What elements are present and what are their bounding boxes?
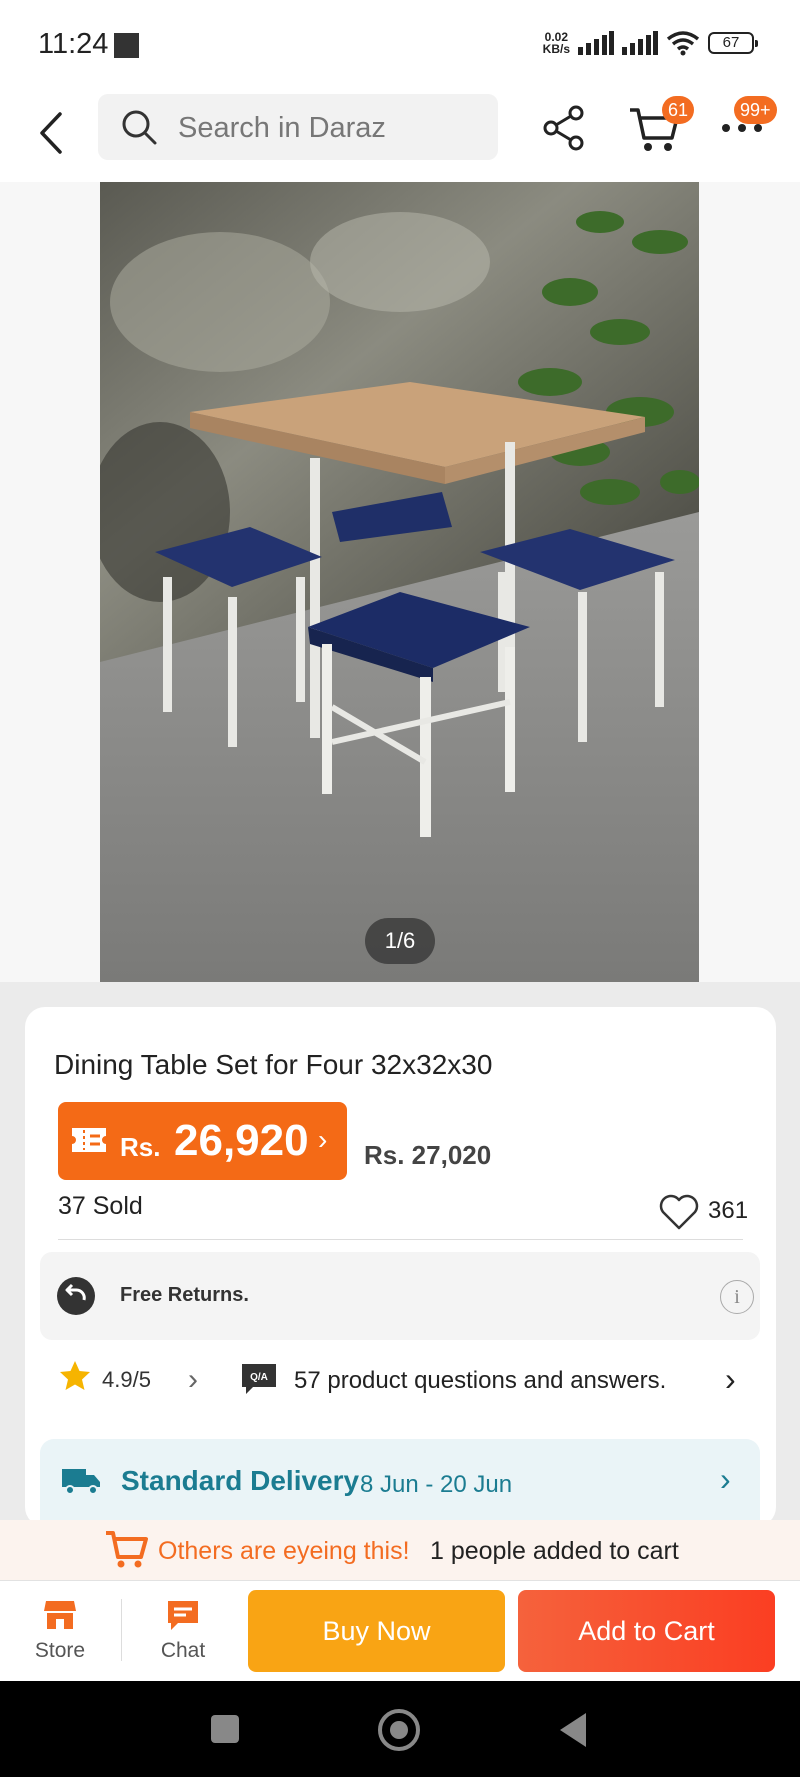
voucher-price-button[interactable]: Rs. 26,920 › [58,1102,347,1180]
eyeing-highlight: Others are eyeing this! [158,1537,410,1565]
notification-badge: 99+ [734,96,777,124]
delivery-label: Standard Delivery [121,1465,360,1496]
top-nav: Search in Daraz 61 99+ [0,88,800,182]
share-icon[interactable] [542,104,586,152]
qa-icon: Q/A [242,1364,276,1394]
product-title: Dining Table Set for Four 32x32x30 [54,1049,493,1080]
signal-icon-2 [622,31,658,55]
delivery-row[interactable]: Standard Delivery 8 Jun - 20 Jun › [40,1439,760,1527]
chevron-right-icon: › [720,1461,731,1497]
store-label: Store [34,1639,86,1662]
chat-icon [168,1601,198,1630]
battery-icon: 67 [708,32,758,54]
store-button[interactable]: Store [20,1599,100,1663]
cart-count-badge: 61 [662,96,695,124]
chat-label: Chat [160,1639,206,1662]
status-bar: 11:24 0.02 KB/s 67 [0,0,800,88]
signal-icon [578,31,614,55]
coupon-icon [72,1128,106,1152]
heart-icon[interactable] [658,1193,700,1231]
recents-icon[interactable] [211,1715,239,1743]
notification-icon [114,33,139,58]
truck-icon [62,1469,100,1495]
social-proof-banner: Others are eyeing this! 1 people added t… [0,1520,800,1580]
product-photo [100,182,699,982]
rating-qa-row: 4.9/5 › Q/A 57 product questions and ans… [25,1357,776,1407]
image-counter: 1/6 [365,918,435,964]
bottom-action-bar: Store Chat Buy Now Add to Cart [0,1580,800,1681]
delivery-dates: 8 Jun - 20 Jun [360,1471,513,1498]
chevron-right-icon[interactable]: › [725,1361,736,1398]
free-returns-row[interactable]: Free Returns. i [40,1252,760,1340]
product-image[interactable] [100,182,699,982]
system-back-icon[interactable] [560,1713,586,1747]
divider [58,1239,743,1240]
search-placeholder: Search in Daraz [178,112,386,144]
product-info-card: Dining Table Set for Four 32x32x30 Rs. 2… [25,1007,776,1527]
sold-count: 37 Sold [58,1192,143,1220]
free-returns-label: Free Returns. [120,1284,249,1306]
store-icon [44,1601,76,1629]
star-icon [60,1361,90,1390]
search-icon [122,110,157,145]
chevron-right-icon[interactable]: › [188,1363,198,1397]
qa-badge-text: Q/A [250,1372,268,1383]
price-value: 26,920 [174,1116,309,1165]
qa-link[interactable]: 57 product questions and answers. [294,1367,666,1395]
return-icon [57,1277,95,1315]
network-speed-unit: KB/s [542,42,570,56]
original-price: Rs. 27,020 [364,1140,492,1170]
system-navigation-bar [0,1681,800,1777]
cart-icon [106,1531,148,1568]
buy-now-button[interactable]: Buy Now [248,1590,505,1672]
chat-button[interactable]: Chat [143,1599,223,1663]
product-gallery[interactable]: 1/6 [0,182,800,982]
divider [121,1599,122,1661]
eyeing-message: 1 people added to cart [430,1537,679,1565]
add-to-cart-button[interactable]: Add to Cart [518,1590,775,1672]
info-icon[interactable]: i [720,1280,754,1314]
price-currency: Rs. [120,1132,161,1162]
wifi-icon [666,31,700,56]
status-indicators: 0.02 KB/s 67 [543,30,758,56]
home-icon[interactable] [378,1709,420,1751]
wishlist-count: 361 [708,1197,749,1224]
back-arrow-icon[interactable] [38,110,64,156]
chevron-right-icon: › [318,1124,328,1155]
network-speed: 0.02 KB/s [543,31,570,55]
search-bar[interactable]: Search in Daraz [98,94,498,160]
status-time: 11:24 [38,28,109,60]
rating-value[interactable]: 4.9/5 [102,1367,151,1393]
